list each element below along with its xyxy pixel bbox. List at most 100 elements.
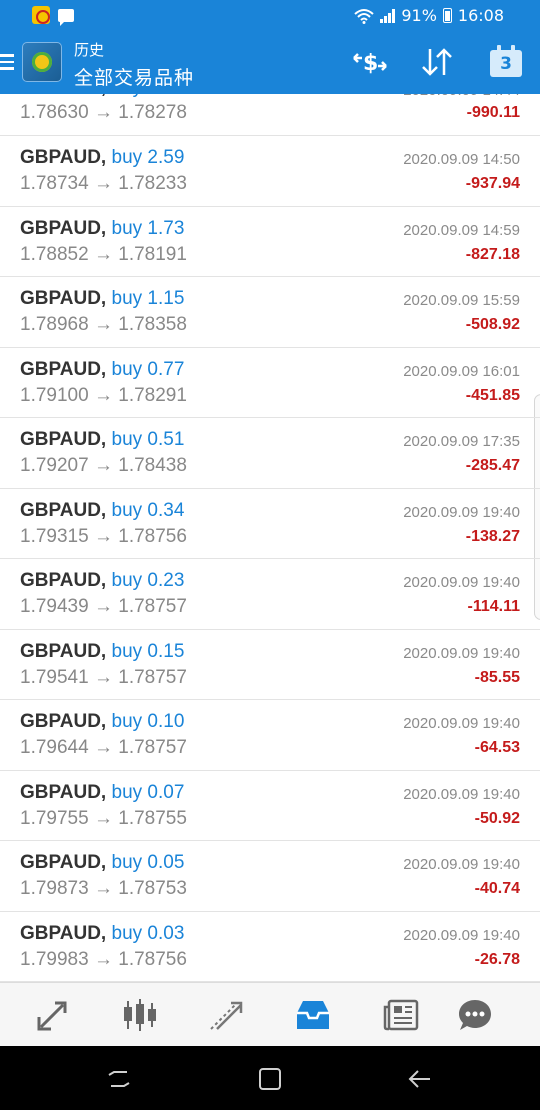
deal-profit: -138.27 — [465, 527, 520, 545]
news-icon — [383, 999, 419, 1031]
wifi-icon — [354, 8, 374, 24]
deal-prices: 1.79207 → 1.78438 — [20, 455, 187, 477]
deal-symbol: GBPAUD, buy 1.15 — [20, 288, 184, 310]
deal-row[interactable]: GBPAUD, buy 0.03 1.79983 → 1.78756 2020.09… — [0, 912, 540, 982]
system-nav-bar — [0, 1046, 540, 1110]
deal-side-volume: buy 0.23 — [111, 570, 185, 591]
sort-button[interactable] — [418, 44, 456, 80]
deal-row[interactable]: GBPAUD, buy 0.15 1.79541 → 1.78757 2020.09… — [0, 630, 540, 700]
deal-prices: 1.79755 → 1.78755 — [20, 808, 187, 830]
clock: 16:08 — [457, 6, 504, 25]
arrow-icon: → — [93, 525, 113, 547]
deal-symbol: GBPAUD, buy 0.10 — [20, 711, 184, 733]
deal-side-volume: buy 1.73 — [111, 217, 185, 239]
deal-time: 2020.09.09 19:40 — [403, 715, 520, 732]
recent-apps-icon — [108, 1071, 130, 1087]
deal-profit: -114.11 — [467, 598, 521, 615]
deal-symbol: GBPAUD, buy 0.05 — [20, 852, 184, 874]
arrow-icon: → — [93, 666, 113, 688]
nav-history[interactable] — [293, 995, 333, 1035]
deal-row[interactable]: GBPAUD, buy 0.05 1.79873 → 1.78753 2020.09… — [0, 841, 540, 912]
deal-profit: -827.18 — [465, 245, 520, 263]
deal-profit: -990.11 — [466, 104, 520, 121]
chart-icon — [124, 999, 156, 1031]
deal-row[interactable]: GBPAUD, buy 2.59 1.78734 → 1.78233 2020.09… — [0, 136, 540, 207]
deal-prices: 1.79983 → 1.78756 — [20, 949, 187, 971]
home-icon — [259, 1068, 281, 1090]
deal-symbol: GBPAUD, buy 0.77 — [20, 359, 184, 381]
currency-sync-button[interactable]: $ — [351, 44, 389, 80]
nav-trade[interactable] — [207, 995, 247, 1035]
deal-time: 2020.09.09 19:40 — [403, 503, 520, 521]
deal-side-volume: buy 0.05 — [111, 852, 185, 873]
arrow-icon: → — [93, 102, 113, 123]
deal-symbol: GBPAUD, buy 0.23 — [20, 570, 184, 592]
deal-time: 2020.09.09 17:35 — [403, 433, 520, 450]
deal-row[interactable]: GBPAUD, buy 0.77 1.79100 → 1.78291 2020.09… — [0, 348, 540, 418]
close-price: 1.78757 — [118, 596, 187, 617]
symbol-name: GBPAUD, — [20, 570, 107, 591]
open-price: 1.79315 — [20, 525, 89, 547]
symbol-name: GBPAUD, — [20, 147, 107, 168]
deal-row[interactable]: GBPAUD, buy 0.23 1.79439 → 1.78757 2020.09… — [0, 559, 540, 630]
nav-news[interactable] — [381, 995, 421, 1035]
calendar-button[interactable]: 3 — [487, 44, 525, 80]
menu-icon[interactable] — [0, 54, 14, 72]
deal-symbol: GBPAUD, buy 3.89 — [20, 94, 184, 99]
close-price: 1.78291 — [118, 384, 187, 406]
symbol-name: GBPAUD, — [20, 429, 107, 450]
nav-chart[interactable] — [120, 995, 160, 1035]
deal-row[interactable]: GBPAUD, buy 0.07 1.79755 → 1.78755 2020.09… — [0, 771, 540, 841]
deal-profit: -40.74 — [474, 880, 520, 897]
close-price: 1.78358 — [118, 314, 187, 335]
deal-row[interactable]: GBPAUD, buy 3.89 1.78630 → 1.78278 2020.09… — [0, 94, 540, 136]
deal-side-volume: buy 3.89 — [112, 94, 185, 98]
nav-quotes[interactable] — [33, 995, 73, 1035]
deal-row[interactable]: GBPAUD, buy 0.34 1.79315 → 1.78756 2020.09… — [0, 489, 540, 559]
deal-symbol: GBPAUD, buy 0.51 — [20, 429, 184, 451]
symbol-name: GBPAUD, — [20, 922, 107, 944]
deal-prices: 1.79873 → 1.78753 — [20, 878, 187, 900]
deal-side-volume: buy 1.15 — [111, 288, 185, 309]
history-icon — [297, 1001, 329, 1029]
nav-chat[interactable] — [455, 995, 495, 1035]
message-icon — [58, 8, 74, 26]
home-button[interactable] — [257, 1066, 283, 1092]
deal-prices: 1.78630 → 1.78278 — [20, 102, 187, 124]
sort-icon — [422, 48, 452, 76]
deal-profit: -85.55 — [474, 668, 520, 686]
deal-row[interactable]: GBPAUD, buy 0.51 1.79207 → 1.78438 2020.09… — [0, 418, 540, 489]
arrow-icon: → — [93, 314, 113, 335]
deal-row[interactable]: GBPAUD, buy 1.15 1.78968 → 1.78358 2020.09… — [0, 277, 540, 348]
open-price: 1.78968 — [20, 314, 89, 335]
deal-profit: -26.78 — [474, 950, 520, 968]
deal-side-volume: buy 2.59 — [111, 147, 185, 168]
symbol-name: GBPAUD, — [20, 358, 107, 380]
open-price: 1.79541 — [20, 666, 89, 688]
open-price: 1.79439 — [20, 596, 89, 617]
deal-profit: -285.47 — [465, 457, 520, 474]
symbol-name: GBPAUD, — [20, 852, 107, 873]
back-button[interactable] — [407, 1066, 433, 1092]
arrow-icon: → — [93, 737, 113, 758]
deal-symbol: GBPAUD, buy 2.59 — [20, 147, 184, 169]
history-list[interactable]: GBPAUD, buy 3.89 1.78630 → 1.78278 2020.09… — [0, 94, 540, 982]
close-price: 1.78753 — [118, 878, 187, 899]
deal-profit: -937.94 — [465, 175, 520, 192]
deal-row[interactable]: GBPAUD, buy 1.73 1.78852 → 1.78191 2020.09… — [0, 207, 540, 277]
deal-profit: -50.92 — [474, 809, 520, 827]
deal-side-volume: buy 0.10 — [111, 711, 185, 732]
signal-icon — [380, 8, 396, 23]
back-icon — [408, 1070, 430, 1088]
open-price: 1.78852 — [20, 243, 89, 265]
recent-apps-button[interactable] — [106, 1066, 132, 1092]
deal-row[interactable]: GBPAUD, buy 0.10 1.79644 → 1.78757 2020.09… — [0, 700, 540, 771]
app-header: 历史 全部交易品种 $ 3 — [0, 32, 540, 94]
open-price: 1.78630 — [20, 102, 89, 123]
close-price: 1.78278 — [118, 102, 187, 123]
deal-profit: -451.85 — [465, 386, 520, 404]
deal-side-volume: buy 0.03 — [111, 922, 185, 944]
calendar-day: 3 — [500, 54, 512, 74]
app-logo[interactable] — [22, 42, 62, 82]
symbol-filter[interactable]: 全部交易品种 — [74, 63, 194, 90]
